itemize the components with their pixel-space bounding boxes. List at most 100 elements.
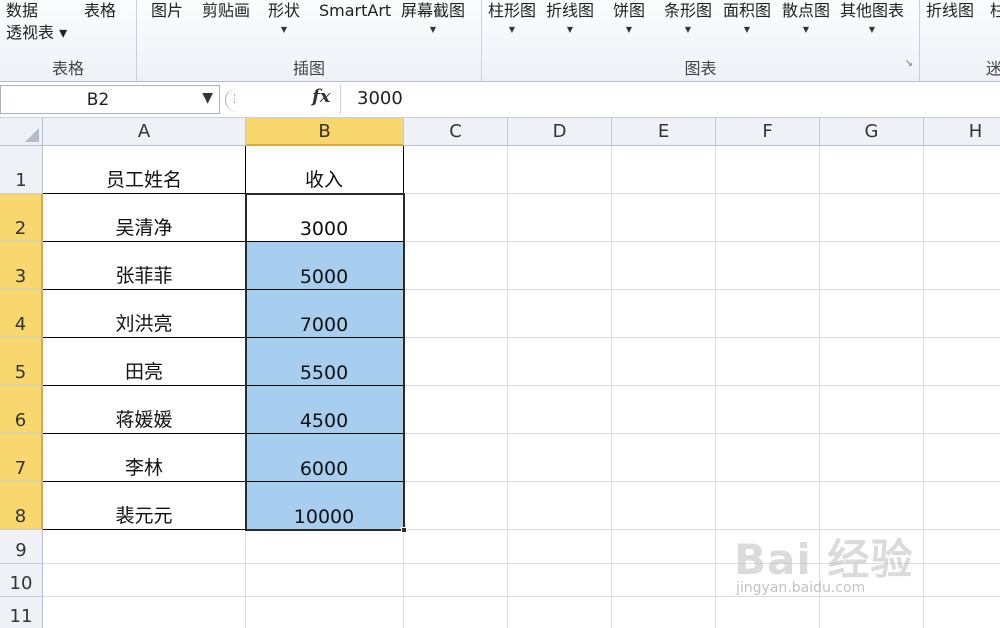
ribbon-button[interactable]: 图片 (151, 0, 183, 22)
ribbon-button-label: 散点图 (782, 1, 831, 20)
row-header-1[interactable]: 1 (0, 146, 43, 194)
row-header-3[interactable]: 3 (0, 242, 43, 290)
ribbon-button[interactable]: 折线图 (926, 0, 974, 22)
row-header-11[interactable]: 11 (0, 597, 43, 628)
ribbon-group-charts: 柱形图 ▼ 折线图 ▼ 饼图 ▼ 条形图 ▼ 面积图 ▼ 散点图 ▼ 其他图表 ▼ 图表 ↘ (482, 0, 920, 81)
column-header-d[interactable]: D (508, 118, 612, 146)
column-header-g[interactable]: G (820, 118, 924, 146)
income-value: 5500 (299, 362, 349, 384)
gridline (715, 146, 716, 628)
row-header-9[interactable]: 9 (0, 530, 43, 564)
cell-border (245, 146, 246, 530)
ribbon-button[interactable]: 屏幕截图 ▼ (401, 0, 465, 36)
cell-a3[interactable]: 张菲菲 (43, 242, 246, 290)
column-header-h[interactable]: H (924, 118, 1000, 146)
cell-b8[interactable]: 10000 (245, 482, 404, 530)
formula-bar-splitter[interactable]: ⋮ (225, 88, 240, 112)
ribbon-button-label: 图片 (151, 1, 184, 20)
select-all-button[interactable] (0, 118, 43, 146)
name-box[interactable]: B2 ▼ (0, 85, 220, 114)
row-header-4[interactable]: 4 (0, 290, 43, 338)
cell-a1[interactable]: 员工姓名 (43, 146, 246, 194)
employee-name: 田亮 (124, 361, 163, 383)
row-number: 3 (14, 266, 27, 287)
cell-a2[interactable]: 吴清净 (43, 194, 246, 242)
ribbon-button-label: 剪贴画 (202, 1, 251, 20)
column-header-b[interactable]: B (246, 118, 404, 146)
dialog-launcher-icon[interactable]: ↘ (905, 58, 913, 69)
ribbon-button-label: 折线图 (926, 1, 975, 20)
ribbon-button[interactable]: 饼图 ▼ (613, 0, 645, 36)
cell-b2[interactable]: 3000 (245, 194, 404, 242)
column-header-c[interactable]: C (404, 118, 508, 146)
ribbon-button-label: 表格 (84, 1, 117, 20)
chevron-down-icon[interactable]: ▼ (202, 90, 213, 106)
ribbon-group-illustrations: 图片 剪贴画 形状 ▼ SmartArt 屏幕截图 ▼ 插图 (137, 0, 482, 81)
gridline (819, 146, 820, 628)
ribbon-button-label: 柱形图 (488, 1, 537, 20)
cell-b5[interactable]: 5500 (245, 338, 404, 386)
cell-a8[interactable]: 裴元元 (43, 482, 246, 530)
ribbon-group-label: 迷 (920, 55, 1000, 79)
cell-b6[interactable]: 4500 (245, 386, 404, 434)
row-header-6[interactable]: 6 (0, 386, 43, 434)
fill-handle[interactable] (401, 527, 407, 533)
ribbon-group-label: 图表 (684, 59, 717, 78)
ribbon-button[interactable]: 数据 透视表 ▾ (6, 0, 67, 44)
gridline (43, 563, 1000, 564)
ribbon-button[interactable]: 其他图表 ▼ (840, 0, 904, 36)
ribbon-button[interactable]: 表格 (84, 0, 116, 22)
gridline (507, 146, 508, 628)
row-number: 4 (14, 314, 27, 335)
row-header-7[interactable]: 7 (0, 434, 43, 482)
ribbon-button[interactable]: 面积图 ▼ (723, 0, 771, 36)
formula-input[interactable]: 3000 (340, 85, 1000, 114)
ribbon-button[interactable]: 剪贴画 (202, 0, 250, 22)
cell-a7[interactable]: 李林 (43, 434, 246, 482)
chevron-down-icon: ▼ (802, 25, 810, 34)
ribbon-button[interactable]: 散点图 ▼ (782, 0, 830, 36)
column-header-a[interactable]: A (43, 118, 246, 146)
cell-b4[interactable]: 7000 (245, 290, 404, 338)
chevron-down-icon: ▼ (684, 25, 692, 34)
cell-b1[interactable]: 收入 (245, 146, 404, 194)
chevron-down-icon: ▼ (868, 25, 876, 34)
ribbon-button-label: SmartArt (319, 1, 392, 20)
income-value: 3000 (299, 218, 349, 240)
cell-a4[interactable]: 刘洪亮 (43, 290, 246, 338)
employee-name: 刘洪亮 (115, 313, 173, 335)
ribbon-button-label: 饼图 (613, 1, 646, 20)
employee-name: 张菲菲 (115, 265, 173, 287)
row-number: 8 (14, 506, 27, 527)
ribbon-button[interactable]: 折线图 ▼ (546, 0, 594, 36)
ribbon-button[interactable]: 条形图 ▼ (664, 0, 712, 36)
ribbon-group-sparklines: 折线图柱迷 (920, 0, 1000, 81)
row-number: 6 (14, 410, 27, 431)
worksheet-grid[interactable]: A B C D E F G H 1 2 3 4 5 6 7 8 9 10 11 员工姓名 收入吴清净 3000 张菲菲 500… (0, 118, 1000, 628)
income-value: 10000 (293, 506, 355, 528)
cell-a5[interactable]: 田亮 (43, 338, 246, 386)
ribbon-button[interactable]: 柱形图 ▼ (488, 0, 536, 36)
row-header-5[interactable]: 5 (0, 338, 43, 386)
insert-function-icon[interactable]: fx (312, 86, 330, 107)
row-header-10[interactable]: 10 (0, 564, 43, 597)
employee-name: 员工姓名 (105, 169, 182, 191)
ribbon-button-label: 条形图 (664, 1, 713, 20)
chevron-down-icon: ▼ (625, 25, 633, 34)
income-value: 7000 (299, 314, 349, 336)
row-header-2[interactable]: 2 (0, 194, 43, 242)
ribbon-button[interactable]: 形状 ▼ (268, 0, 300, 36)
ribbon: 数据 透视表 ▾ 表格 表格 图片 剪贴画 形状 ▼ SmartArt 屏幕截图 ▼ 插图 柱形图 ▼ 折线… (0, 0, 1000, 82)
ribbon-button-label: 屏幕截图 (401, 1, 466, 20)
row-header-8[interactable]: 8 (0, 482, 43, 530)
column-header-f[interactable]: F (716, 118, 820, 146)
chevron-down-icon: ▼ (508, 25, 516, 34)
ribbon-group-label: 插图 (292, 59, 325, 78)
cell-a6[interactable]: 蒋媛媛 (43, 386, 246, 434)
income-value: 收入 (304, 169, 343, 191)
cell-b7[interactable]: 6000 (245, 434, 404, 482)
column-header-e[interactable]: E (612, 118, 716, 146)
ribbon-button[interactable]: 柱 (990, 0, 1000, 22)
ribbon-button[interactable]: SmartArt (319, 0, 391, 22)
cell-b3[interactable]: 5000 (245, 242, 404, 290)
